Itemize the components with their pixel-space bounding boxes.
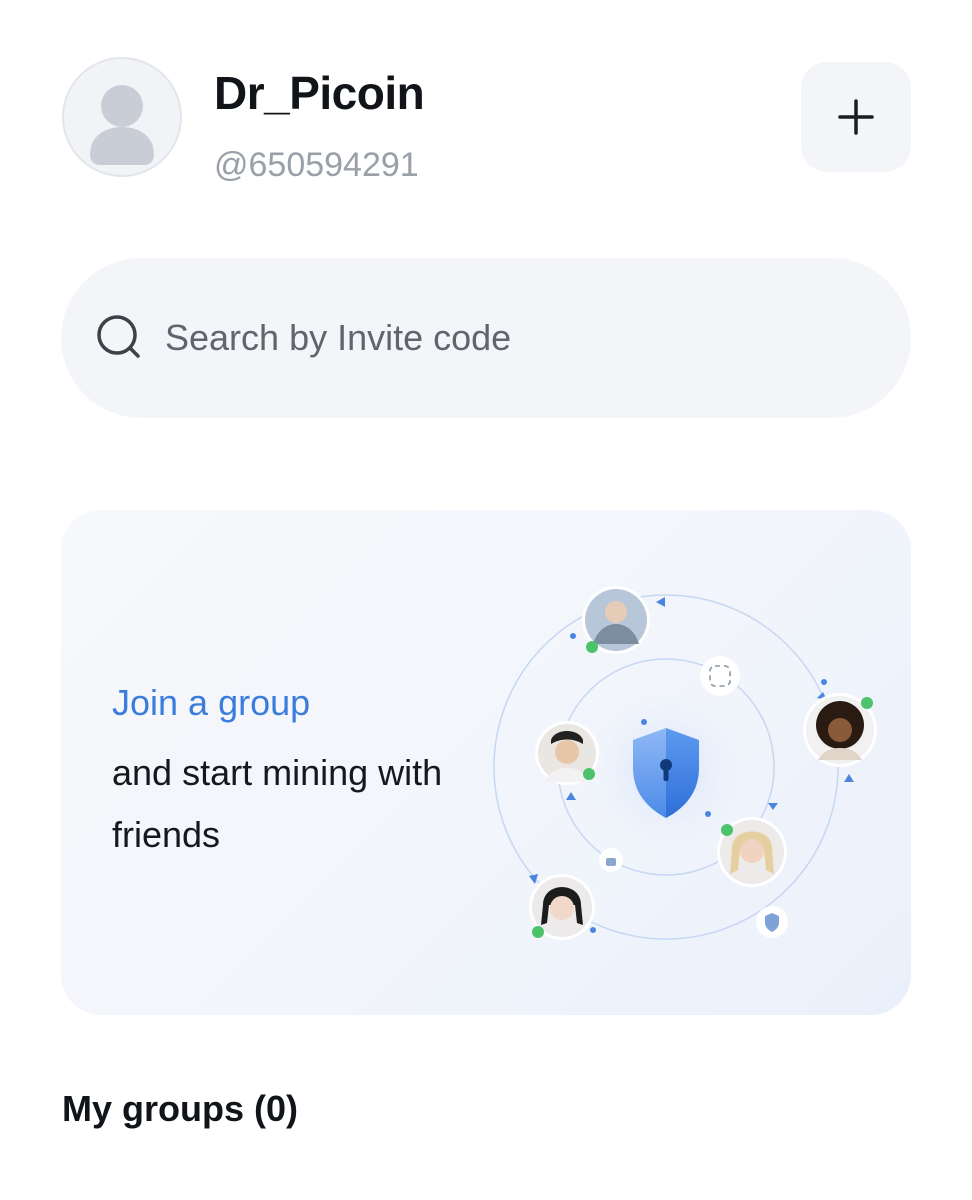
user-placeholder-icon: [90, 85, 154, 165]
profile-handle: @650594291: [214, 146, 419, 184]
member-avatar-left: [535, 721, 599, 785]
group-network-illustration: [493, 586, 877, 940]
member-avatar-bottom-left: [529, 874, 595, 940]
add-button[interactable]: [801, 62, 911, 172]
search-bar[interactable]: [61, 258, 911, 418]
my-groups-heading: My groups (0): [62, 1088, 299, 1129]
search-icon: [97, 315, 140, 358]
card-subtitle: and start mining with friends: [112, 752, 443, 855]
card-title: Join a group: [112, 682, 311, 723]
join-group-card[interactable]: Join a group and start mining with frien…: [61, 510, 911, 1015]
avatar[interactable]: [62, 57, 182, 177]
plus-icon: [838, 99, 874, 135]
member-avatar-top: [582, 586, 650, 654]
member-avatar-right: [803, 693, 877, 767]
invite-code-search-input[interactable]: [163, 316, 807, 360]
member-avatar-lower-right: [717, 817, 787, 887]
profile-name: Dr_Picoin: [214, 67, 425, 119]
